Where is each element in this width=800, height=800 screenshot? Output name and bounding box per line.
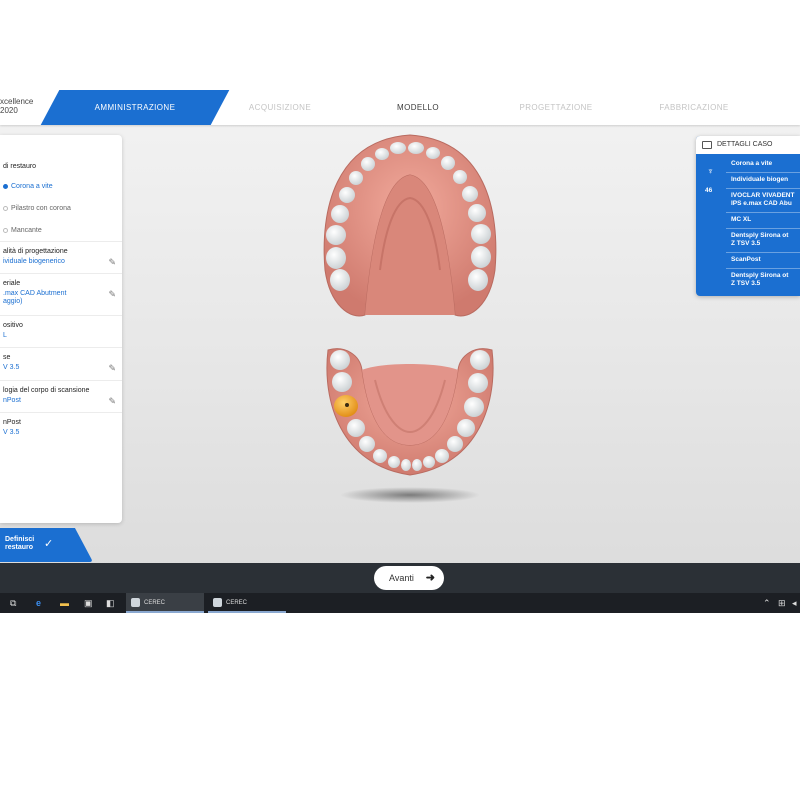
- option-corona-a-vite[interactable]: Corona a vite: [3, 183, 53, 190]
- case-details-header[interactable]: DETTAGLI CASO: [696, 136, 800, 154]
- option-mancante[interactable]: Mancante: [3, 227, 42, 234]
- detail-scanpost-maker: Dentsply Sirona ot: [731, 272, 789, 279]
- cerec-app-icon: [131, 598, 140, 607]
- check-icon: ✓: [44, 538, 54, 550]
- option-pilastro-con-corona[interactable]: Pilastro con corona: [3, 205, 71, 212]
- field-base[interactable]: se V 3.5 ✎: [3, 354, 119, 374]
- tray-chevron-up-icon[interactable]: ⌃: [763, 597, 771, 609]
- field-device[interactable]: ositivo L: [3, 322, 119, 340]
- cerec-pinned-icon[interactable]: ◧: [106, 597, 115, 609]
- field-material[interactable]: eriale .max CAD Abutment aggio) ✎: [3, 280, 119, 306]
- divider: [726, 228, 800, 229]
- restoration-type-title: di restauro: [3, 163, 37, 170]
- divider: [726, 252, 800, 253]
- model-shadow: [340, 487, 480, 503]
- case-details-panel: DETTAGLI CASO ♆ 46 Corona a vite Individ…: [696, 136, 800, 296]
- divider: [0, 380, 122, 381]
- cerec-app-icon: [213, 598, 222, 607]
- detail-base: Z TSV 3.5: [731, 240, 761, 247]
- restoration-panel: di restauro Corona a vite Pilastro con c…: [0, 135, 122, 523]
- detail-base-maker: Dentsply Sirona ot: [731, 232, 789, 239]
- define-restoration-button[interactable]: Definisci restauro ✓: [0, 528, 96, 562]
- detail-scanpost: Z TSV 3.5: [731, 280, 761, 287]
- pencil-icon[interactable]: ✎: [108, 257, 116, 268]
- field-design-mode[interactable]: alità di progettazione ividuale biogener…: [3, 248, 119, 268]
- taskbar-app-cerec-2[interactable]: CEREC: [208, 593, 286, 613]
- taskbar-app-cerec[interactable]: CEREC: [126, 593, 204, 613]
- windows-taskbar: ⧉ e ▬ ▣ ◧ CEREC CEREC ⌃ ⊞ ◂: [0, 593, 800, 613]
- volume-icon[interactable]: ◂: [792, 597, 797, 609]
- bottom-navigation-bar: Avanti ➜: [0, 563, 800, 593]
- task-view-icon[interactable]: ⧉: [10, 597, 16, 609]
- tooth-number: 46: [705, 187, 713, 194]
- divider: [0, 412, 122, 413]
- next-button[interactable]: Avanti ➜: [374, 566, 444, 590]
- screw-channel-icon: [345, 403, 349, 407]
- step-amministrazione[interactable]: AMMINISTRAZIONE: [50, 90, 220, 125]
- radio-icon: [3, 205, 8, 211]
- detail-material: IPS e.max CAD Abu: [731, 200, 792, 207]
- edge-browser-icon[interactable]: e: [36, 597, 41, 609]
- divider: [726, 172, 800, 173]
- pencil-icon[interactable]: ✎: [108, 396, 116, 407]
- dental-arch-model[interactable]: [300, 120, 520, 510]
- divider: [0, 241, 122, 242]
- detail-design-mode: Individuale biogen: [731, 176, 789, 183]
- store-icon[interactable]: ▣: [84, 597, 93, 609]
- detail-material-maker: IVOCLAR VIVADENT: [731, 192, 795, 199]
- upper-jaw[interactable]: [323, 134, 497, 317]
- folder-icon[interactable]: ▬: [60, 597, 69, 609]
- tooth-icon: ♆: [707, 166, 714, 176]
- arrow-right-icon: ➜: [425, 572, 435, 584]
- field-scanpost[interactable]: nPost V 3.5: [3, 419, 119, 437]
- network-icon[interactable]: ⊞: [778, 597, 786, 609]
- divider: [0, 273, 122, 274]
- step-fabbricazione[interactable]: FABBRICAZIONE: [634, 90, 754, 125]
- detail-scanbody-type: ScanPost: [731, 256, 761, 263]
- divider: [726, 212, 800, 213]
- brand-line1: xcellence: [0, 97, 34, 106]
- cerec-app-window: xcellence 2020 AMMINISTRAZIONE ACQUISIZI…: [0, 90, 800, 613]
- field-scanbody-type[interactable]: logia del corpo di scansione nPost ✎: [3, 387, 119, 407]
- pencil-icon[interactable]: ✎: [108, 289, 116, 300]
- brand-label: xcellence 2020: [0, 97, 33, 115]
- divider: [0, 347, 122, 348]
- pencil-icon[interactable]: ✎: [108, 363, 116, 374]
- divider: [0, 315, 122, 316]
- radio-icon: [3, 227, 8, 233]
- radio-selected-icon: [3, 183, 8, 189]
- detail-device: MC XL: [731, 216, 752, 223]
- detail-restoration-type: Corona a vite: [731, 160, 773, 167]
- brand-line2: 2020: [0, 106, 18, 115]
- divider: [726, 188, 800, 189]
- details-icon: [702, 141, 712, 149]
- divider: [726, 268, 800, 269]
